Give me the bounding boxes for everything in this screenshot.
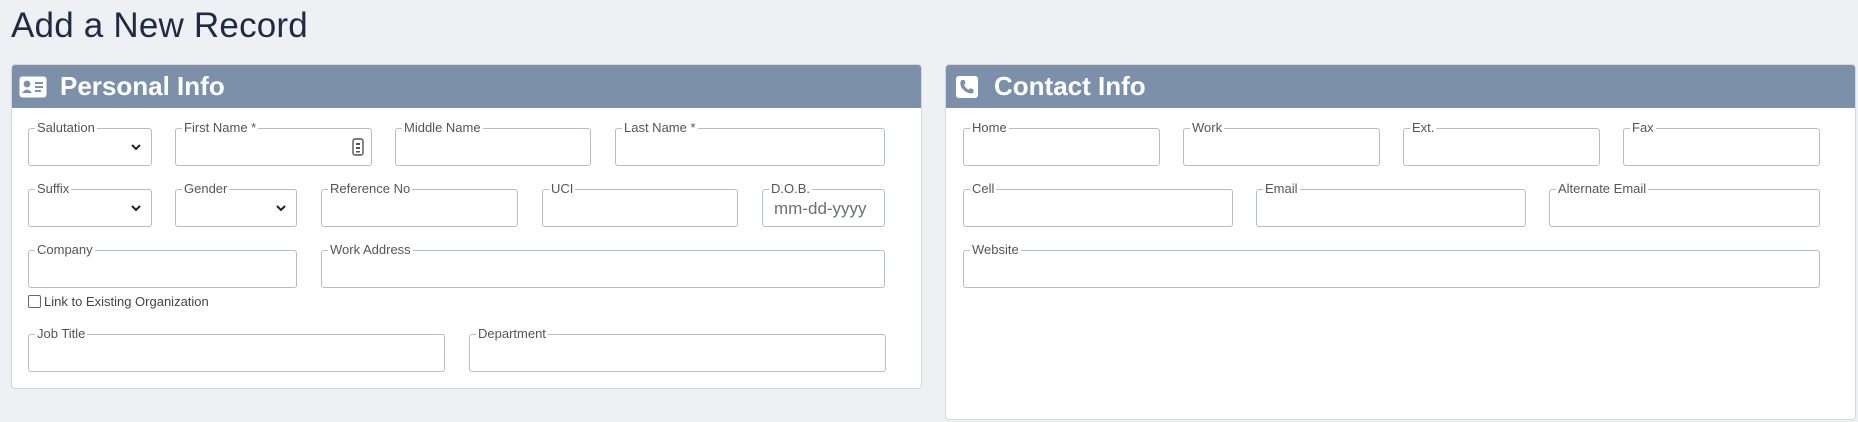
home-phone-input[interactable]: Home bbox=[963, 120, 1160, 166]
key-icon bbox=[352, 138, 364, 156]
company-input[interactable]: Company bbox=[28, 242, 297, 288]
website-input[interactable]: Website bbox=[963, 242, 1820, 288]
department-input[interactable]: Department bbox=[469, 326, 886, 372]
company-label: Company bbox=[35, 242, 95, 258]
chevron-down-icon bbox=[131, 144, 141, 151]
alternate-email-input[interactable]: Alternate Email bbox=[1549, 181, 1820, 227]
home-label: Home bbox=[970, 120, 1009, 136]
uci-input[interactable]: UCI bbox=[542, 181, 738, 227]
uci-label: UCI bbox=[549, 181, 576, 197]
salutation-label: Salutation bbox=[35, 120, 97, 136]
dob-placeholder: mm-dd-yyyy bbox=[774, 199, 867, 218]
first-name-input[interactable]: First Name * bbox=[175, 120, 372, 166]
reference-no-label: Reference No bbox=[328, 181, 413, 197]
last-name-input[interactable]: Last Name * bbox=[615, 120, 885, 166]
id-card-icon bbox=[18, 74, 48, 100]
website-label: Website bbox=[970, 242, 1021, 258]
chevron-down-icon bbox=[276, 205, 286, 212]
fax-label: Fax bbox=[1630, 120, 1656, 136]
personal-info-title: Personal Info bbox=[60, 71, 225, 101]
work-address-label: Work Address bbox=[328, 242, 413, 258]
phone-icon bbox=[952, 74, 982, 100]
middle-name-input[interactable]: Middle Name bbox=[395, 120, 591, 166]
middle-name-label: Middle Name bbox=[402, 120, 483, 136]
last-name-label: Last Name * bbox=[622, 120, 698, 136]
work-label: Work bbox=[1190, 120, 1225, 136]
alternate-email-label: Alternate Email bbox=[1556, 181, 1649, 197]
suffix-label: Suffix bbox=[35, 181, 72, 197]
dob-label: D.O.B. bbox=[769, 181, 813, 197]
personal-info-header: Personal Info bbox=[12, 65, 921, 108]
page-title: Add a New Record bbox=[11, 6, 308, 45]
link-org-label: Link to Existing Organization bbox=[44, 294, 209, 309]
gender-select[interactable]: Gender bbox=[175, 181, 297, 227]
salutation-select[interactable]: Salutation bbox=[28, 120, 152, 166]
gender-label: Gender bbox=[182, 181, 230, 197]
contact-info-panel: Contact Info Home Work Ext. Fax Cell Ema… bbox=[945, 64, 1856, 420]
personal-info-panel: Personal Info Salutation First Name * Mi… bbox=[11, 64, 922, 389]
chevron-down-icon bbox=[131, 205, 141, 212]
department-label: Department bbox=[476, 326, 548, 342]
cell-input[interactable]: Cell bbox=[963, 181, 1233, 227]
ext-input[interactable]: Ext. bbox=[1403, 120, 1600, 166]
email-label: Email bbox=[1263, 181, 1300, 197]
fax-input[interactable]: Fax bbox=[1623, 120, 1820, 166]
cell-label: Cell bbox=[970, 181, 997, 197]
first-name-label: First Name * bbox=[182, 120, 259, 136]
reference-no-input[interactable]: Reference No bbox=[321, 181, 518, 227]
job-title-label: Job Title bbox=[35, 326, 88, 342]
link-org-checkbox[interactable] bbox=[28, 295, 41, 308]
dob-input[interactable]: D.O.B. mm-dd-yyyy bbox=[762, 181, 885, 227]
job-title-input[interactable]: Job Title bbox=[28, 326, 445, 372]
email-input[interactable]: Email bbox=[1256, 181, 1526, 227]
suffix-select[interactable]: Suffix bbox=[28, 181, 152, 227]
link-org-row[interactable]: Link to Existing Organization bbox=[28, 294, 209, 309]
work-phone-input[interactable]: Work bbox=[1183, 120, 1380, 166]
ext-label: Ext. bbox=[1410, 120, 1437, 136]
work-address-input[interactable]: Work Address bbox=[321, 242, 885, 288]
contact-info-header: Contact Info bbox=[946, 65, 1855, 108]
contact-info-title: Contact Info bbox=[994, 71, 1146, 101]
